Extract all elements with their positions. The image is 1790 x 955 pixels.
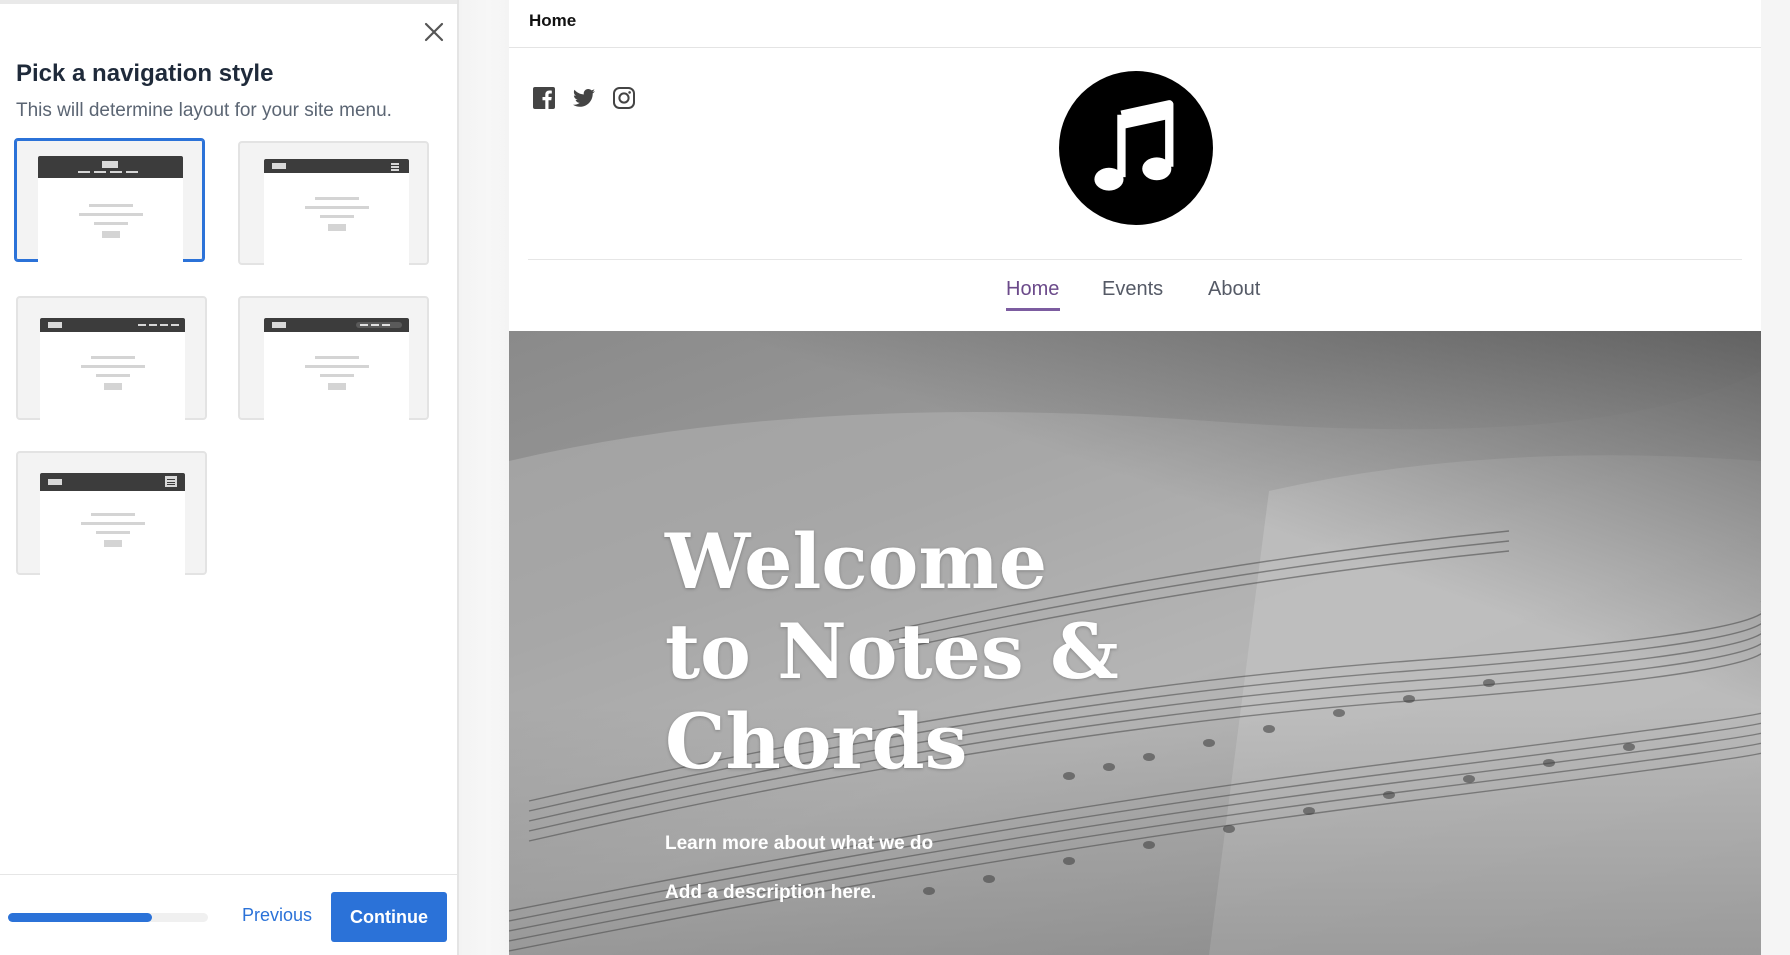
continue-button[interactable]: Continue [331,892,447,942]
nav-style-option-right-menu[interactable] [16,296,207,426]
site-preview: Home Home Events About Welcome to Notes … [509,4,1761,955]
hero-learn-more-link[interactable]: Learn more about what we do [665,833,933,855]
nav-style-thumbnail [264,318,409,426]
hero-description[interactable]: Add a description here. [665,882,876,904]
nav-item-home[interactable]: Home [1006,278,1059,301]
nav-style-option-hamburger-box[interactable] [16,451,207,581]
panel-title: Pick a navigation style [16,60,274,87]
navigation-style-panel: Pick a navigation style This will determ… [0,0,459,955]
panel-footer: Previous Continue [0,874,457,955]
progress-bar-fill [8,913,152,922]
panel-top-border [0,0,457,4]
nav-style-option-centered[interactable] [14,138,205,264]
hero-section: Welcome to Notes & Chords Learn more abo… [509,331,1761,955]
panel-subtitle: This will determine layout for your site… [16,100,392,121]
nav-style-thumbnail [38,156,183,264]
close-icon[interactable] [420,18,448,46]
nav-item-events[interactable]: Events [1102,278,1163,301]
preview-right-gutter [1761,0,1790,955]
music-note-icon[interactable] [1059,71,1213,225]
preview-gutter [459,0,509,955]
nav-divider [528,259,1742,260]
nav-style-option-right-menu-pill[interactable] [238,296,429,426]
nav-item-about[interactable]: About [1208,278,1260,301]
page-tab-label[interactable]: Home [529,11,576,31]
twitter-icon[interactable] [572,86,596,110]
nav-style-option-hamburger[interactable] [238,141,429,267]
nav-style-thumbnail [264,159,409,267]
nav-style-thumbnail [40,473,185,581]
nav-active-underline [1006,308,1060,311]
page-tab-divider [509,47,1761,48]
app-window: Pick a navigation style This will determ… [0,0,1790,955]
instagram-icon[interactable] [612,86,636,110]
progress-bar [8,913,208,922]
facebook-icon[interactable] [532,86,556,110]
hero-title[interactable]: Welcome to Notes & Chords [665,517,1125,787]
previous-button[interactable]: Previous [242,905,312,926]
nav-style-thumbnail [40,318,185,426]
